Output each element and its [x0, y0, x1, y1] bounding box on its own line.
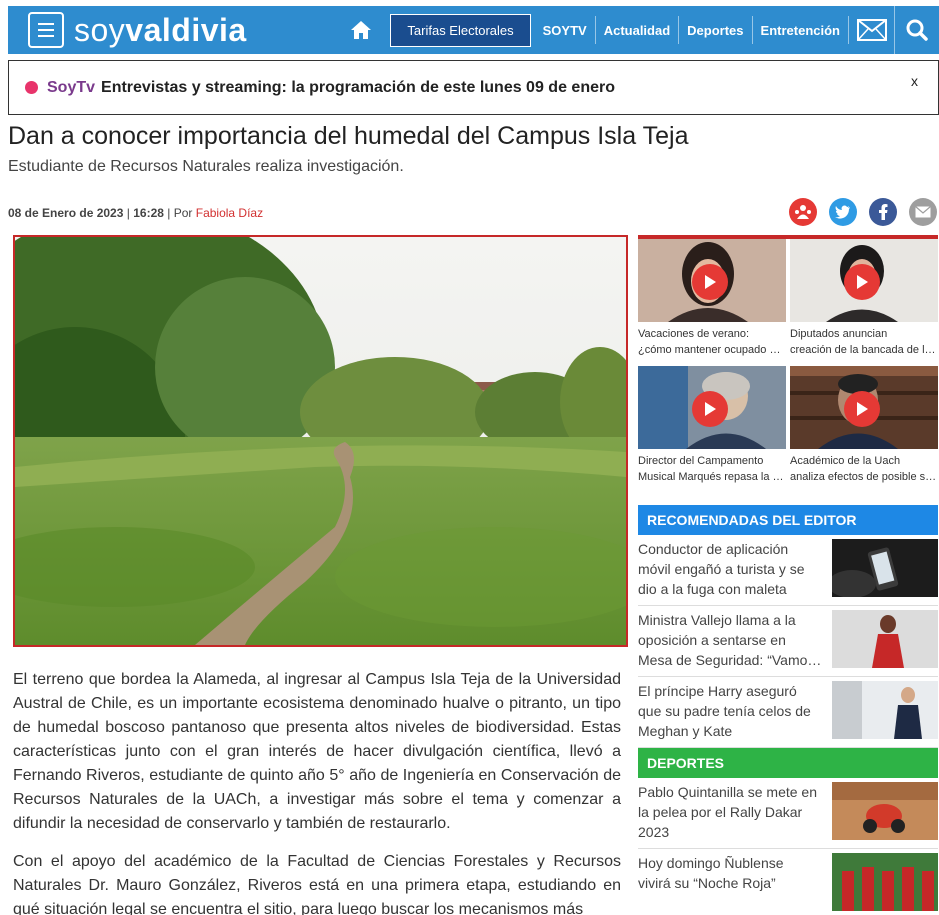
- article-time: 16:28: [133, 206, 164, 220]
- article-main-image: [13, 235, 628, 647]
- ticker-brand: SoyTv: [47, 78, 96, 96]
- video-thumbnail[interactable]: [638, 366, 786, 449]
- recomendadas-item[interactable]: El príncipe Harry aseguró que su padre te…: [638, 677, 938, 748]
- video-thumbnail[interactable]: [790, 366, 938, 449]
- mail-icon[interactable]: [849, 6, 895, 54]
- dep-line[interactable]: 2023: [638, 822, 826, 842]
- rec-line[interactable]: oposición a sentarse en: [638, 630, 826, 650]
- search-icon[interactable]: [895, 6, 939, 54]
- article-paragraph: El terreno que bordea la Alameda, al ing…: [13, 671, 621, 832]
- deportes-thumbnail[interactable]: [832, 853, 938, 911]
- rec-line[interactable]: El príncipe Harry aseguró: [638, 681, 826, 701]
- recomendadas-header: RECOMENDADAS DEL EDITOR: [638, 505, 938, 535]
- recomendadas-item[interactable]: Conductor de aplicación móvil engañó a tu…: [638, 535, 938, 606]
- rec-line[interactable]: dio a la fuga con maleta: [638, 579, 826, 599]
- video-thumbnail[interactable]: [790, 239, 938, 322]
- share-bar: [789, 198, 937, 226]
- recomendadas-item[interactable]: Ministra Vallejo llama a la oposición a s…: [638, 606, 938, 677]
- main-nav: Tarifas Electorales SOYTV Actualidad Dep…: [342, 6, 939, 54]
- top-bar: soyvaldivia Tarifas Electorales SOYTV Ac…: [8, 6, 939, 54]
- article-date: 08 de Enero de 2023: [8, 206, 124, 220]
- share-people-icon[interactable]: [789, 198, 817, 226]
- sidebar: Vacaciones de verano: ¿cómo mantener ocup…: [638, 235, 938, 915]
- video-caption-line[interactable]: Académico de la Uach: [790, 453, 938, 469]
- meta-separator: |: [126, 206, 130, 220]
- deportes-item[interactable]: Pablo Quintanilla se mete en la pelea por…: [638, 778, 938, 849]
- nav-deportes[interactable]: Deportes: [679, 16, 753, 44]
- article-body: El terreno que bordea la Alameda, al ing…: [13, 668, 621, 915]
- article-meta: 08 de Enero de 2023 | 16:28 | Por Fabiol…: [8, 206, 263, 220]
- nav-actualidad[interactable]: Actualidad: [596, 16, 680, 44]
- meta-por: | Por: [167, 206, 193, 220]
- video-item[interactable]: Vacaciones de verano: ¿cómo mantener ocup…: [638, 239, 786, 366]
- live-dot-icon: [25, 81, 38, 94]
- article-author[interactable]: Fabiola Díaz: [196, 206, 263, 220]
- ticker-close-button[interactable]: x: [911, 73, 918, 89]
- rec-line[interactable]: móvil engañó a turista y se: [638, 559, 826, 579]
- play-icon[interactable]: [844, 391, 880, 427]
- video-caption-line[interactable]: Musical Marqués repasa la historia: [638, 469, 786, 485]
- dep-line[interactable]: Hoy domingo Ñublense: [638, 853, 826, 873]
- deportes-header: DEPORTES: [638, 748, 938, 778]
- article-subtitle: Estudiante de Recursos Naturales realiza…: [8, 158, 404, 175]
- video-caption-line[interactable]: creación de la bancada de la salud menta…: [790, 342, 938, 358]
- page: soyvaldivia Tarifas Electorales SOYTV Ac…: [0, 0, 939, 915]
- dep-line[interactable]: vivirá su “Noche Roja”: [638, 873, 826, 893]
- deportes-item[interactable]: Hoy domingo Ñublense vivirá su “Noche Roj…: [638, 849, 938, 915]
- play-icon[interactable]: [692, 264, 728, 300]
- news-ticker[interactable]: SoyTv Entrevistas y streaming: la progra…: [8, 60, 939, 115]
- recomendadas-thumbnail[interactable]: [832, 610, 938, 668]
- email-icon[interactable]: [909, 198, 937, 226]
- rec-line[interactable]: Meghan y Kate: [638, 721, 826, 741]
- play-icon[interactable]: [692, 391, 728, 427]
- tarifas-electorales-button[interactable]: Tarifas Electorales: [390, 13, 531, 47]
- twitter-icon[interactable]: [829, 198, 857, 226]
- rec-line[interactable]: que su padre tenía celos de: [638, 701, 826, 721]
- video-item[interactable]: Diputados anuncian creación de la bancada…: [790, 239, 938, 366]
- video-caption-line[interactable]: Vacaciones de verano:: [638, 326, 786, 342]
- deportes-thumbnail[interactable]: [832, 782, 938, 840]
- article-title: Dan a conocer importancia del humedal de…: [8, 122, 689, 150]
- site-logo[interactable]: soyvaldivia: [74, 14, 247, 46]
- recomendadas-thumbnail[interactable]: [832, 539, 938, 597]
- rec-line[interactable]: Mesa de Seguridad: “Vamos a trabajar”: [638, 650, 826, 670]
- ticker-text[interactable]: Entrevistas y streaming: la programación…: [101, 79, 615, 97]
- video-caption-line[interactable]: Director del Campamento: [638, 453, 786, 469]
- rec-line[interactable]: Conductor de aplicación: [638, 539, 826, 559]
- video-caption-line[interactable]: analiza efectos de posible sequía: [790, 469, 938, 485]
- dep-line[interactable]: la pelea por el Rally Dakar: [638, 802, 826, 822]
- nav-soytv[interactable]: SOYTV: [535, 16, 596, 44]
- video-caption-line[interactable]: Diputados anuncian: [790, 326, 938, 342]
- play-icon[interactable]: [844, 264, 880, 300]
- rec-line[interactable]: Ministra Vallejo llama a la: [638, 610, 826, 630]
- video-item[interactable]: Director del Campamento Musical Marqués r…: [638, 366, 786, 493]
- menu-icon[interactable]: [28, 12, 64, 48]
- soytv-video-grid: Vacaciones de verano: ¿cómo mantener ocup…: [638, 235, 938, 493]
- nav-entretencion[interactable]: Entretención: [753, 16, 849, 44]
- video-thumbnail[interactable]: [638, 239, 786, 322]
- video-item[interactable]: Académico de la Uach analiza efectos de p…: [790, 366, 938, 493]
- video-caption-line[interactable]: ¿cómo mantener ocupado a los niños?: [638, 342, 786, 358]
- home-icon[interactable]: [342, 6, 380, 54]
- facebook-icon[interactable]: [869, 198, 897, 226]
- dep-line[interactable]: Pablo Quintanilla se mete en: [638, 782, 826, 802]
- recomendadas-thumbnail[interactable]: [832, 681, 938, 739]
- article-paragraph: Con el apoyo del académico de la Faculta…: [13, 853, 621, 915]
